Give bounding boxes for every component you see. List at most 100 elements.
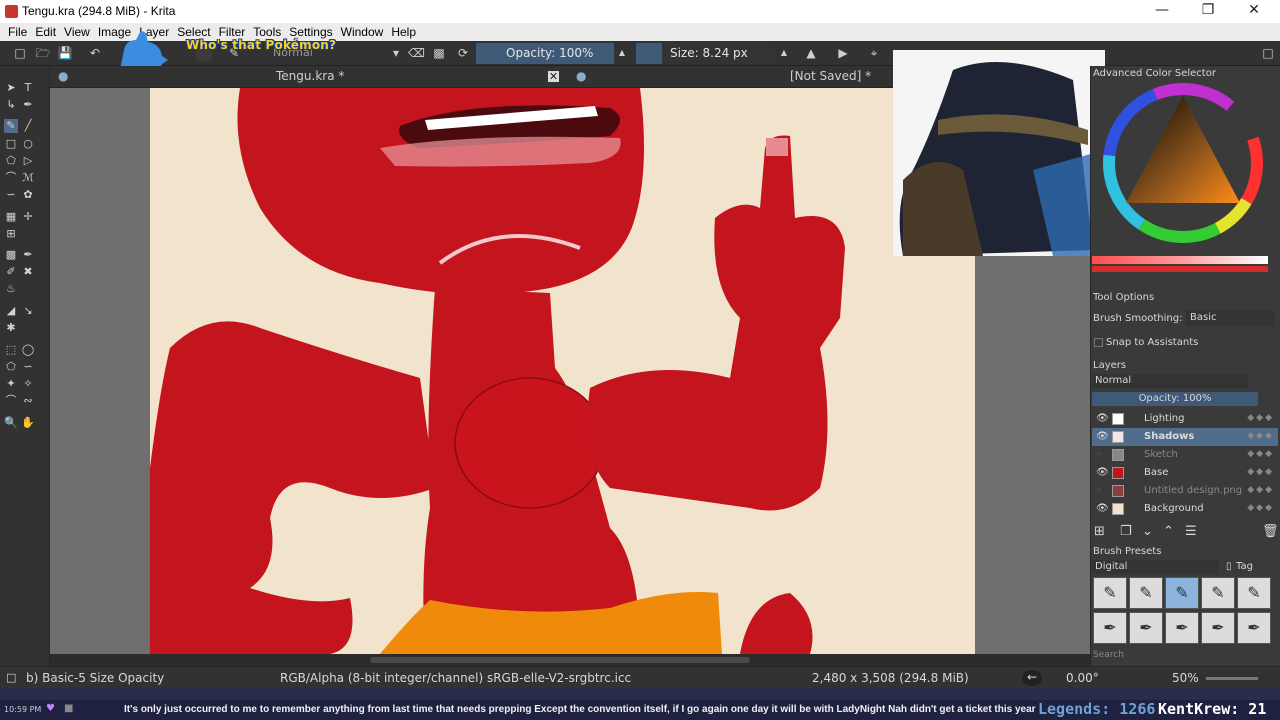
layer-flags-icon[interactable]: ◆◆◆ [1247, 449, 1274, 459]
freehand-path-tool-icon[interactable]: ℳ [21, 171, 35, 185]
brush-preset-8[interactable]: ✒ [1165, 612, 1199, 644]
layer-flags-icon[interactable]: ◆◆◆ [1247, 413, 1274, 423]
line-tool-icon[interactable]: ╱ [21, 119, 35, 133]
tag-label[interactable]: Tag [1236, 561, 1253, 572]
brush-preset-7[interactable]: ✒ [1129, 612, 1163, 644]
close-tab-icon[interactable]: ✕ [548, 71, 559, 82]
freehand-brush-tool-icon[interactable]: ✎ [4, 119, 18, 133]
tag-icon[interactable]: ▯ [1226, 561, 1232, 572]
menu-window[interactable]: Window [337, 23, 388, 41]
brush-smoothing-select[interactable]: Basic [1186, 310, 1274, 326]
assistant-tool-icon[interactable]: ◢ [4, 304, 18, 318]
eye-icon[interactable]: 👁 [1096, 467, 1109, 479]
menu-file[interactable]: File [0, 23, 31, 41]
layer-opacity-slider[interactable]: Opacity: 100% [1092, 392, 1258, 406]
ellipse-tool-icon[interactable]: ○ [21, 137, 35, 151]
text-tool-icon[interactable]: T [21, 81, 35, 95]
gradient-tool-icon[interactable]: ▩ [4, 248, 18, 262]
calligraphy-tool-icon[interactable]: ✒ [21, 98, 35, 112]
mirror-horizontal-icon[interactable]: ▲ [803, 45, 819, 61]
eye-icon[interactable]: 👁 [1096, 431, 1109, 443]
brush-preset-6[interactable]: ✒ [1093, 612, 1127, 644]
open-folder-icon[interactable]: 🗁 [35, 45, 51, 61]
menu-help[interactable]: Help [387, 23, 420, 41]
layer-row[interactable]: ◦ Untitled design.png ◆◆◆ [1092, 482, 1278, 500]
menu-edit[interactable]: Edit [31, 23, 60, 41]
polygon-select-tool-icon[interactable]: ⬠ [4, 360, 18, 374]
smart-patch-tool-icon[interactable]: ✖ [21, 265, 35, 279]
alpha-lock-icon[interactable]: ▩ [431, 45, 447, 61]
duplicate-layer-icon[interactable]: ❐ [1120, 524, 1132, 539]
contiguous-select-tool-icon[interactable]: ✦ [4, 377, 18, 391]
new-document-icon[interactable]: □ [12, 45, 28, 61]
reference-images-tool-icon[interactable]: ✱ [4, 321, 18, 335]
layer-flags-icon[interactable]: ◆◆◆ [1247, 485, 1274, 495]
ellipse-select-tool-icon[interactable]: ◯ [21, 343, 35, 357]
preset-search-input[interactable]: Search [1093, 650, 1124, 660]
crop-tool-icon[interactable]: ⊞ [4, 227, 18, 241]
layer-flags-icon[interactable]: ◆◆◆ [1247, 431, 1274, 441]
layer-row[interactable]: ◦ Sketch ◆◆◆ [1092, 446, 1278, 464]
restore-icon[interactable]: ❐ [1198, 2, 1218, 20]
layer-row[interactable]: 👁 Base ◆◆◆ [1092, 464, 1278, 482]
rectangle-tool-icon[interactable]: □ [4, 137, 18, 151]
fill-tool-icon[interactable]: ♨ [4, 282, 18, 296]
undo-icon[interactable]: ↶ [87, 45, 103, 61]
select-shapes-tool-icon[interactable]: ➤ [4, 81, 18, 95]
eraser-icon[interactable]: ⌫ [408, 45, 425, 61]
save-icon[interactable]: 💾 [57, 45, 73, 61]
zoom-slider[interactable] [1206, 677, 1258, 680]
scrollbar-thumb[interactable] [370, 657, 750, 663]
reload-preset-icon[interactable]: ⟳ [455, 45, 471, 61]
similar-select-tool-icon[interactable]: ✧ [21, 377, 35, 391]
layer-properties-icon[interactable]: ☰ [1185, 524, 1197, 539]
brush-preset-10[interactable]: ✒ [1237, 612, 1271, 644]
rotation-status[interactable]: 0.00° [1066, 671, 1099, 685]
size-slider[interactable]: Size: 8.24 px [664, 43, 774, 64]
preset-filter-select[interactable]: Digital [1092, 560, 1218, 574]
move-tool-icon[interactable]: ✛ [21, 210, 35, 224]
brush-preset-4[interactable]: ✎ [1201, 577, 1235, 609]
layer-row[interactable]: 👁 Background ◆◆◆ [1092, 500, 1278, 518]
dynamic-brush-tool-icon[interactable]: ∽ [4, 188, 18, 202]
brush-status[interactable]: b) Basic-5 Size Opacity [26, 671, 164, 685]
pan-tool-icon[interactable]: ✋ [21, 416, 35, 430]
brush-preset-1[interactable]: ✎ [1093, 577, 1127, 609]
brush-preset-2[interactable]: ✎ [1129, 577, 1163, 609]
rotation-reset-icon[interactable]: ← [1022, 670, 1042, 686]
close-icon[interactable]: ✕ [1244, 2, 1264, 20]
delete-layer-icon[interactable]: 🗑 [1262, 524, 1279, 539]
hidden-eye-icon[interactable]: ◦ [1096, 449, 1108, 461]
color-wheel[interactable] [1090, 78, 1280, 278]
color-picker-tool-icon[interactable]: ✒ [21, 248, 35, 262]
toolbar-expand-icon[interactable]: □ [1260, 45, 1276, 61]
multibrush-tool-icon[interactable]: ✿ [21, 188, 35, 202]
brush-preset-selected[interactable]: ✎ [1165, 577, 1199, 609]
add-layer-icon[interactable]: ⊞ [1094, 524, 1105, 539]
wrap-around-icon[interactable]: ⌖ [866, 45, 882, 61]
layer-flags-icon[interactable]: ◆◆◆ [1247, 503, 1274, 513]
snap-checkbox[interactable] [1094, 338, 1103, 347]
bezier-tool-icon[interactable]: ⌒ [4, 171, 18, 185]
brush-preset-9[interactable]: ✒ [1201, 612, 1235, 644]
polyline-tool-icon[interactable]: ▷ [21, 154, 35, 168]
tab-not-saved[interactable]: [Not Saved] * [790, 69, 871, 83]
colorize-mask-tool-icon[interactable]: ✐ [4, 265, 18, 279]
layer-row[interactable]: 👁 Lighting ◆◆◆ [1092, 410, 1278, 428]
transform-tool-icon[interactable]: ▦ [4, 210, 18, 224]
eye-icon[interactable]: 👁 [1096, 413, 1109, 425]
layer-flags-icon[interactable]: ◆◆◆ [1247, 467, 1274, 477]
hidden-eye-icon[interactable]: ◦ [1096, 485, 1108, 497]
mirror-vertical-icon[interactable]: ▶ [835, 45, 851, 61]
move-down-icon[interactable]: ⌄ [1142, 524, 1153, 539]
opacity-stepper-icon[interactable]: ▲ [614, 45, 630, 61]
rect-select-tool-icon[interactable]: ⬚ [4, 343, 18, 357]
layer-blend-select[interactable]: Normal [1092, 374, 1248, 388]
zoom-tool-icon[interactable]: 🔍 [4, 416, 18, 430]
layer-row-selected[interactable]: 👁 Shadows ◆◆◆ [1092, 428, 1278, 446]
magnetic-select-tool-icon[interactable]: ∾ [21, 394, 35, 408]
polygon-tool-icon[interactable]: ⬠ [4, 154, 18, 168]
brush-preset-5[interactable]: ✎ [1237, 577, 1271, 609]
size-stepper-icon[interactable]: ▲ [776, 45, 792, 61]
edit-shapes-tool-icon[interactable]: ↳ [4, 98, 18, 112]
